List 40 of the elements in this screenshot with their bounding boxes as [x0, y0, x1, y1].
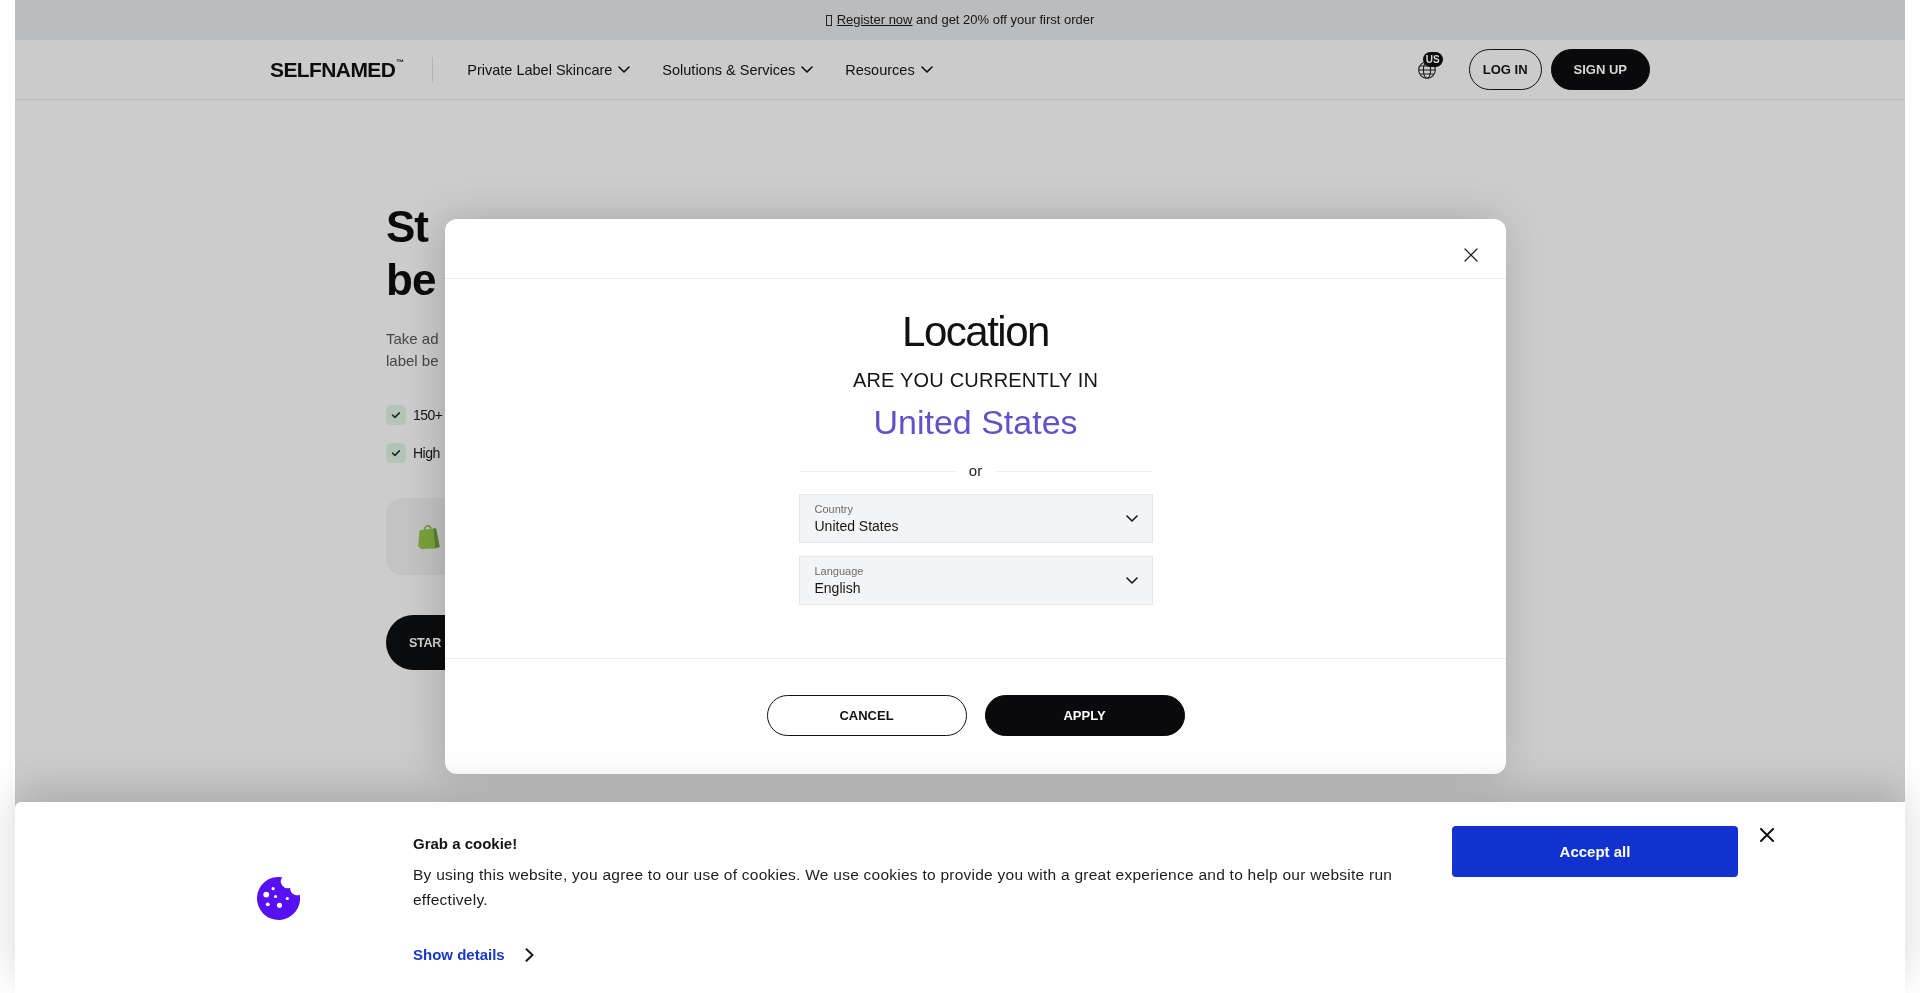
- start-button[interactable]: STAR: [386, 615, 445, 670]
- show-details-link[interactable]: Show details: [413, 945, 534, 965]
- dialog-title: Location: [902, 308, 1049, 356]
- detected-country: United States: [873, 402, 1078, 442]
- chevron-down-icon: [618, 66, 631, 73]
- check-icon: [386, 405, 406, 425]
- cancel-button[interactable]: CANCEL: [766, 695, 967, 736]
- nav-link[interactable]: Solutions & Services: [662, 59, 814, 80]
- chevron-right-icon: [524, 948, 534, 962]
- chevron-down-icon: [801, 66, 814, 73]
- hero-title: St: [386, 201, 428, 253]
- promo-text: Register now and get 20% off your first order: [836, 12, 1095, 28]
- accept-all-button[interactable]: Accept all: [1452, 826, 1738, 877]
- apply-button[interactable]: APPLY: [984, 695, 1185, 736]
- chevron-down-icon: [1125, 515, 1138, 522]
- hero-description: Take ad: [386, 329, 439, 349]
- brand-logo[interactable]: SELFNAMED$^{™}$: [270, 57, 405, 82]
- nav-link[interactable]: Private Label Skincare: [467, 59, 631, 80]
- divider-label: or: [967, 461, 984, 481]
- cookie-icon: [255, 874, 302, 921]
- close-icon[interactable]: [1464, 248, 1478, 262]
- cookie-text: By using this website, you agree to our use of cookies. We use cookies to provide you with a great experience and to help our website run effectively.: [413, 865, 1394, 910]
- shopping-bag-icon: [418, 524, 440, 549]
- feature-text: 150+: [413, 406, 443, 424]
- dialog-question: ARE YOU CURRENTLY IN: [852, 368, 1099, 392]
- nav-link[interactable]: Resources: [845, 59, 933, 80]
- glyph-box-icon: [825, 14, 832, 26]
- signup-button[interactable]: SIGN UP: [1550, 49, 1650, 90]
- chevron-down-icon: [1125, 577, 1138, 584]
- feature-text: High: [413, 444, 440, 462]
- close-icon[interactable]: [1760, 828, 1774, 842]
- cookie-title: Grab a cookie!: [413, 834, 518, 854]
- dropdown-field[interactable]: Country United States: [798, 494, 1153, 543]
- dropdown-field[interactable]: Language English: [798, 556, 1153, 605]
- region-badge: US: [1422, 51, 1443, 67]
- hero-title: be: [386, 254, 436, 306]
- chevron-down-icon: [920, 66, 933, 73]
- check-icon: [386, 443, 406, 463]
- register-link[interactable]: Register now: [836, 12, 913, 27]
- hero-description: label be: [386, 351, 439, 371]
